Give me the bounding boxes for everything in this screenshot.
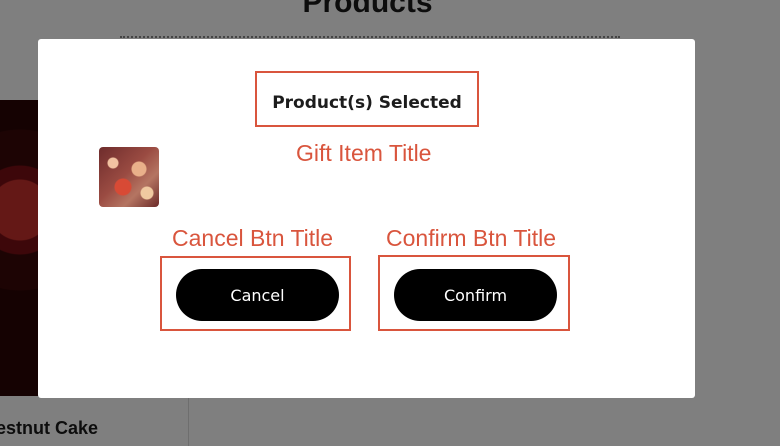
modal-heading: Product(s) Selected — [272, 93, 462, 113]
product-selected-modal: Product(s) Selected Gift Item Title Canc… — [38, 39, 695, 398]
confirm-button[interactable]: Confirm — [394, 269, 557, 321]
cancel-btn-title-annotation: Cancel Btn Title — [172, 225, 334, 251]
heading-annotation-box: Product(s) Selected — [255, 71, 479, 127]
gift-item-thumbnail — [99, 147, 159, 207]
page: Products estnut Cake Product(s) Selected… — [0, 0, 780, 446]
cancel-button[interactable]: Cancel — [176, 269, 339, 321]
confirm-btn-title-annotation: Confirm Btn Title — [386, 225, 556, 251]
gift-item-title-annotation: Gift Item Title — [296, 140, 432, 166]
